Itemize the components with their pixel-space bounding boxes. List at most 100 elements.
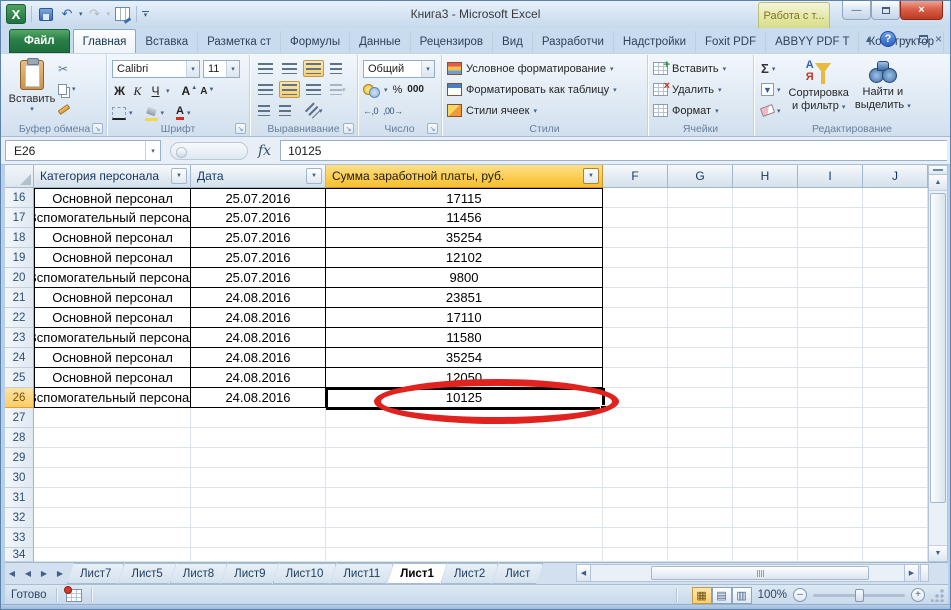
percent-format-button[interactable]: %: [393, 84, 403, 96]
resize-grip[interactable]: [931, 589, 944, 602]
empty-cell[interactable]: [603, 548, 668, 562]
row-header[interactable]: 31: [5, 488, 34, 508]
autosum-button[interactable]: Σ▾: [759, 59, 783, 78]
cell-category[interactable]: Вспомогательный персонал: [34, 268, 191, 288]
empty-cell[interactable]: [668, 248, 733, 268]
cell-date[interactable]: 24.08.2016: [191, 288, 326, 308]
cell-category[interactable]: Основной персонал: [34, 248, 191, 268]
zoom-out-button[interactable]: –: [793, 588, 807, 602]
column-letter-header[interactable]: H: [733, 165, 798, 188]
cell-amount[interactable]: 11580: [326, 328, 603, 348]
empty-cell[interactable]: [34, 448, 191, 468]
empty-cell[interactable]: [863, 508, 928, 528]
normal-view-button[interactable]: ▦: [692, 587, 712, 604]
empty-cell[interactable]: [603, 228, 668, 248]
zoom-in-button[interactable]: +: [911, 588, 925, 602]
row-header[interactable]: 33: [5, 528, 34, 548]
empty-cell[interactable]: [668, 388, 733, 408]
empty-cell[interactable]: [603, 348, 668, 368]
combo-arrow-icon[interactable]: ▾: [186, 61, 199, 77]
empty-cell[interactable]: [34, 428, 191, 448]
empty-cell[interactable]: [668, 528, 733, 548]
empty-cell[interactable]: [668, 308, 733, 328]
help-icon[interactable]: ?: [880, 31, 896, 47]
empty-cell[interactable]: [668, 268, 733, 288]
vertical-scrollbar[interactable]: ▲ ▼: [928, 165, 948, 562]
combo-arrow-icon[interactable]: ▾: [421, 61, 434, 77]
ribbon-tab[interactable]: ABBYY PDF T: [766, 31, 859, 53]
empty-cell[interactable]: [798, 508, 863, 528]
cell-amount[interactable]: 11456: [326, 208, 603, 228]
increase-indent-button[interactable]: [276, 102, 294, 119]
empty-cell[interactable]: [603, 408, 668, 428]
ribbon-tab[interactable]: Foxit PDF: [696, 31, 766, 53]
cut-button[interactable]: ✂: [56, 60, 80, 78]
empty-cell[interactable]: [733, 388, 798, 408]
row-header[interactable]: 22: [5, 308, 34, 328]
empty-cell[interactable]: [34, 488, 191, 508]
select-all-corner[interactable]: [5, 165, 34, 188]
cell-category[interactable]: Основной персонал: [34, 228, 191, 248]
comma-format-button[interactable]: 000: [407, 84, 424, 95]
empty-cell[interactable]: [326, 508, 603, 528]
empty-cell[interactable]: [798, 488, 863, 508]
empty-cell[interactable]: [798, 348, 863, 368]
empty-cell[interactable]: [863, 308, 928, 328]
orientation-button[interactable]: ▾: [304, 102, 326, 119]
empty-cell[interactable]: [603, 488, 668, 508]
empty-cell[interactable]: [733, 368, 798, 388]
empty-cell[interactable]: [863, 548, 928, 562]
empty-cell[interactable]: [191, 508, 326, 528]
filter-button[interactable]: ▼: [171, 168, 187, 184]
empty-cell[interactable]: [733, 268, 798, 288]
row-header[interactable]: 32: [5, 508, 34, 528]
workbook-minimize-icon[interactable]: —: [903, 34, 912, 44]
underline-dropdown-icon[interactable]: ▾: [166, 87, 170, 95]
sheet-tab[interactable]: Лист: [492, 563, 543, 584]
empty-cell[interactable]: [326, 428, 603, 448]
empty-cell[interactable]: [191, 548, 326, 562]
row-header[interactable]: 23: [5, 328, 34, 348]
borders-icon[interactable]: [112, 107, 126, 120]
insert-function-button[interactable]: fx: [258, 143, 271, 159]
restore-button[interactable]: [871, 1, 900, 20]
empty-cell[interactable]: [34, 468, 191, 488]
empty-cell[interactable]: [668, 548, 733, 562]
font-size-combo[interactable]: 11 ▾: [203, 60, 240, 78]
empty-cell[interactable]: [668, 408, 733, 428]
empty-cell[interactable]: [798, 548, 863, 562]
clear-button[interactable]: ▾: [759, 101, 783, 120]
name-box[interactable]: E26 ▾: [5, 140, 161, 161]
column-letter-header[interactable]: G: [668, 165, 733, 188]
empty-cell[interactable]: [733, 208, 798, 228]
font-color-dropdown-icon[interactable]: ▾: [187, 109, 191, 117]
workbook-restore-icon[interactable]: [919, 35, 928, 43]
macro-record-icon[interactable]: [66, 589, 82, 602]
empty-cell[interactable]: [603, 508, 668, 528]
empty-cell[interactable]: [733, 228, 798, 248]
style-menu-button[interactable]: Условное форматирование ▾: [447, 58, 643, 79]
minimize-button[interactable]: —: [842, 1, 871, 20]
formula-input[interactable]: 10125: [280, 140, 947, 161]
empty-cell[interactable]: [603, 188, 668, 208]
row-header[interactable]: 29: [5, 448, 34, 468]
cell-amount[interactable]: 17115: [326, 188, 603, 208]
increase-decimal-button[interactable]: ←,0: [363, 106, 378, 116]
cells-menu-button[interactable]: Удалить ▾: [653, 79, 749, 100]
dialog-launcher-icon[interactable]: ↘: [92, 123, 103, 134]
fill-button[interactable]: ▼▾: [759, 80, 783, 99]
row-header[interactable]: 21: [5, 288, 34, 308]
empty-cell[interactable]: [733, 328, 798, 348]
font-color-icon[interactable]: А: [176, 106, 184, 120]
table-column-header[interactable]: Дата ▼: [191, 165, 326, 188]
currency-format-icon[interactable]: [363, 84, 379, 96]
page-break-view-button[interactable]: ▥: [732, 587, 752, 604]
empty-cell[interactable]: [326, 528, 603, 548]
ribbon-tab[interactable]: Главная: [73, 29, 137, 53]
empty-cell[interactable]: [34, 508, 191, 528]
empty-cell[interactable]: [603, 208, 668, 228]
empty-cell[interactable]: [668, 348, 733, 368]
empty-cell[interactable]: [668, 448, 733, 468]
empty-cell[interactable]: [863, 468, 928, 488]
empty-cell[interactable]: [733, 468, 798, 488]
